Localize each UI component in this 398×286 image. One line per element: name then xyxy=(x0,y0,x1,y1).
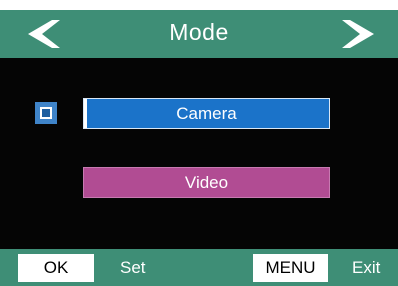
checkbox-mark xyxy=(40,107,52,119)
option-camera[interactable]: Camera xyxy=(83,98,330,129)
footer-bar: OK Set MENU Exit xyxy=(0,249,398,286)
header-bar: Mode xyxy=(0,10,398,58)
menu-button[interactable]: MENU xyxy=(253,254,328,282)
option-video[interactable]: Video xyxy=(83,167,330,198)
mode-screen: Mode Camera Video OK Set MENU Exit xyxy=(0,0,398,286)
exit-label: Exit xyxy=(352,258,381,277)
set-label: Set xyxy=(120,258,146,277)
options-panel: Camera Video xyxy=(0,58,398,249)
ok-button[interactable]: OK xyxy=(18,254,94,282)
top-edge xyxy=(0,0,398,10)
selection-checkbox[interactable] xyxy=(35,102,57,124)
chevron-right-icon[interactable] xyxy=(334,20,374,48)
